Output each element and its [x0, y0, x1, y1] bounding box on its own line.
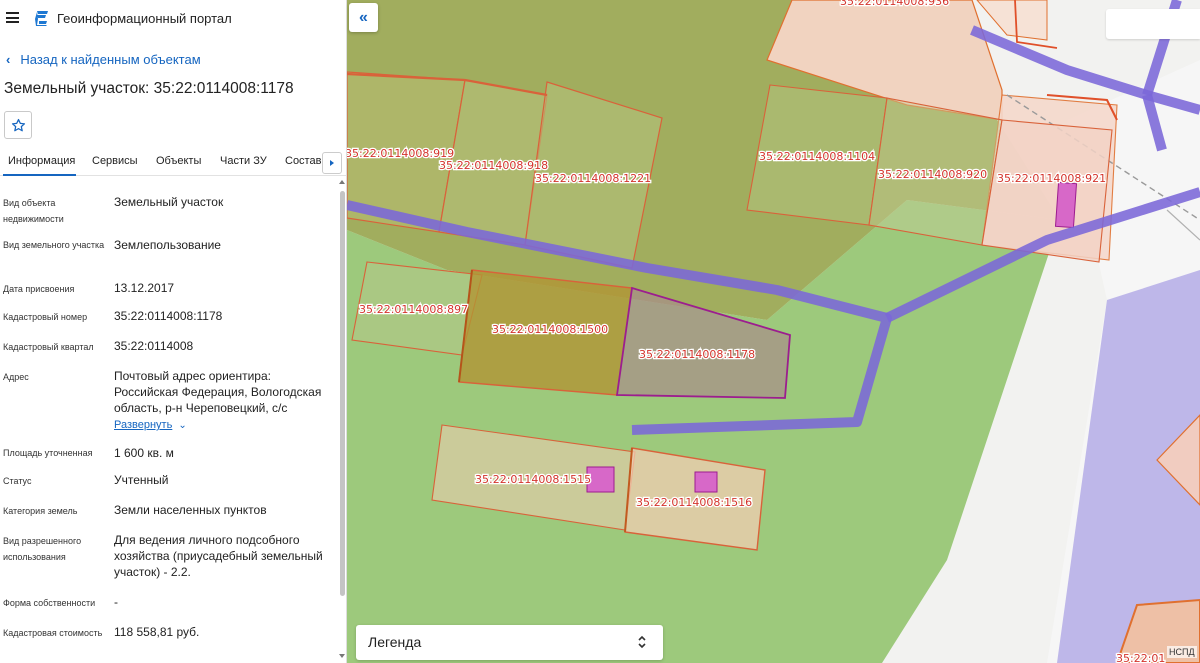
address-value: Почтовый адрес ориентира: Российская Фед… — [114, 369, 322, 415]
info-label: Вид разрешенного использования — [3, 536, 82, 562]
building-shape — [1054, 181, 1078, 229]
app-title: Геоинформационный портал — [57, 11, 232, 26]
parcel-label[interactable]: 35:22:0114008:936 — [839, 0, 951, 9]
panel-scrollbar[interactable] — [338, 178, 346, 663]
tab-composition[interactable]: Состав — [285, 155, 321, 167]
caret-right-icon — [330, 160, 334, 166]
info-label: Площадь уточненная — [3, 448, 93, 458]
parcel-label[interactable]: 35:22:0114008:1221 — [534, 171, 653, 187]
info-value: 1 600 кв. м — [114, 446, 174, 460]
tab-services[interactable]: Сервисы — [92, 155, 138, 167]
legend-label: Легенда — [368, 634, 422, 650]
info-value: 118 558,81 руб. — [114, 625, 200, 639]
expand-address-link[interactable]: Развернуть ⌄ — [114, 419, 187, 431]
back-link-label: Назад к найденным объектам — [20, 52, 201, 67]
object-title: Земельный участок: 35:22:0114008:1178 — [4, 80, 294, 97]
parcel-label[interactable]: 35:22:0114008:1516 — [635, 495, 754, 511]
info-list: Вид объекта недвижимости Земельный участ… — [0, 176, 338, 663]
info-label: Вид объекта недвижимости — [3, 198, 64, 224]
scroll-up-arrow-icon[interactable] — [339, 180, 345, 184]
info-value: Земельный участок — [114, 195, 224, 209]
info-value: Земли населенных пунктов — [114, 503, 267, 517]
hamburger-menu-icon[interactable] — [6, 12, 19, 23]
tab-bar: Информация Сервисы Объекты Части ЗУ Сост… — [0, 148, 346, 176]
expand-link-label: Развернуть — [114, 419, 173, 431]
chevron-left-icon: ‹ — [6, 52, 11, 67]
parcel-label[interactable]: 35:22:0114008:1104 — [758, 149, 877, 165]
parcel-label[interactable]: 35:22:0114008:1515 — [474, 472, 593, 488]
tabs-scroll-right-button[interactable] — [322, 152, 342, 174]
info-value: 13.12.2017 — [114, 281, 175, 295]
info-value: 35:22:0114008 — [114, 339, 194, 353]
parcel-label[interactable]: 35:22:0114008:1500 — [491, 322, 610, 338]
chevron-up-down-icon — [638, 635, 646, 649]
info-label: Форма собственности — [3, 598, 96, 608]
back-to-results-link[interactable]: ‹ Назад к найденным объектам — [6, 52, 201, 67]
star-outline-icon — [11, 118, 25, 131]
info-label: Кадастровая стоимость — [3, 628, 103, 638]
map-canvas[interactable]: 35:22:0114008:936 35:22:0114008:919 35:2… — [347, 0, 1200, 663]
info-value: 35:22:0114008:1178 — [114, 309, 223, 323]
selected-parcel-label[interactable]: 35:22:0114008:1178 — [638, 347, 757, 363]
parcel-label[interactable]: 35:22:0114008:920 — [877, 167, 989, 183]
info-label: Адрес — [3, 372, 29, 382]
portal-logo-icon — [35, 11, 48, 26]
scroll-thumb[interactable] — [340, 191, 345, 596]
info-label: Статус — [3, 476, 32, 486]
favorite-button[interactable] — [4, 111, 32, 139]
map-layer[interactable]: 35:22:0114008:936 35:22:0114008:919 35:2… — [347, 0, 1200, 663]
parcel-label[interactable]: 35:22:01 — [1115, 651, 1167, 663]
info-value: - — [114, 595, 118, 609]
panel-header: Геоинформационный портал — [0, 0, 346, 38]
info-value: Для ведения личного подсобного хозяйства… — [114, 533, 323, 579]
collapse-panel-button[interactable]: « — [349, 3, 378, 32]
info-label: Дата присвоения — [3, 284, 75, 294]
scroll-down-arrow-icon[interactable] — [339, 654, 345, 658]
double-chevron-left-icon: « — [359, 8, 368, 26]
info-label: Кадастровый квартал — [3, 342, 94, 352]
tab-info[interactable]: Информация — [8, 155, 75, 167]
parcel-label[interactable]: 35:22:0114008:897 — [358, 302, 470, 318]
map-attribution: НСПД — [1167, 646, 1197, 658]
legend-panel[interactable]: Легенда — [356, 625, 663, 660]
map-search-box[interactable] — [1106, 9, 1200, 39]
tab-land-parts[interactable]: Части ЗУ — [220, 155, 267, 167]
info-label: Кадастровый номер — [3, 312, 88, 322]
chevron-down-icon: ⌄ — [178, 420, 187, 431]
tab-objects[interactable]: Объекты — [156, 155, 201, 167]
side-panel: Геоинформационный портал ‹ Назад к найден… — [0, 0, 347, 663]
info-value: Учтенный — [114, 473, 169, 487]
parcel-label[interactable]: 35:22:0114008:921 — [996, 171, 1108, 187]
info-value: Землепользование — [114, 238, 221, 252]
info-label: Категория земель — [3, 506, 78, 516]
building-shape — [694, 471, 718, 493]
info-label: Вид земельного участка — [3, 240, 105, 250]
parcel-label[interactable]: 35:22:0114008:918 — [438, 158, 550, 174]
